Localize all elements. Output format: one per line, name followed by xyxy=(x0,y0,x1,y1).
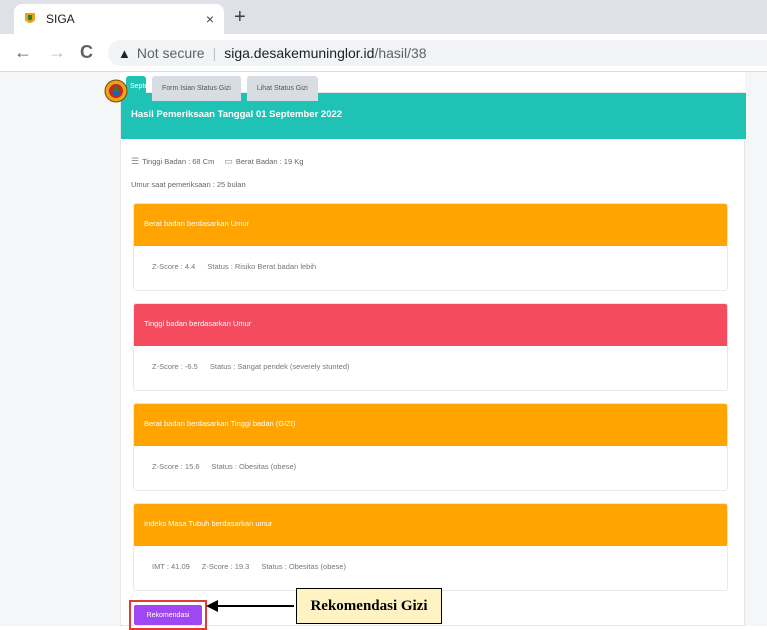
callout-arrow xyxy=(210,605,294,607)
result-body: IMT : 41.09 Z-Score : 19.3 Status : Obes… xyxy=(134,546,727,590)
left-gutter xyxy=(0,72,120,626)
calendar-icon: ▭ xyxy=(224,156,233,166)
not-secure-label: Not secure xyxy=(136,45,205,61)
result-body: Z-Score : -6.5 Status : Sangat pendek (s… xyxy=(134,346,727,390)
result-body: Z-Score : 4.4 Status : Risiko Berat bada… xyxy=(134,246,727,290)
result-title: Tinggi badan berdasarkan Umur xyxy=(134,304,727,346)
status-value: Status : Sangat pendek (severely stunted… xyxy=(209,362,350,371)
url-separator: | xyxy=(212,45,217,61)
result-title: Indeks Masa Tubuh berdasarkan umur xyxy=(134,504,727,546)
village-logo-icon xyxy=(104,78,128,104)
tab-september[interactable]: Septe xyxy=(126,76,146,101)
result-height-for-age: Tinggi badan berdasarkan Umur Z-Score : … xyxy=(133,303,728,391)
result-weight-for-age: Berat badan berdasarkan Umur Z-Score : 4… xyxy=(133,203,728,291)
zscore-value: Z-Score : 4.4 xyxy=(152,262,196,271)
new-tab-button[interactable]: + xyxy=(234,6,246,29)
tab-lihat-status[interactable]: Lihat Status Gizi xyxy=(246,76,318,101)
status-value: Status : Obesitas (obese) xyxy=(261,562,346,571)
weight-metric: ▭ Berat Badan : 19 Kg xyxy=(224,156,303,167)
result-weight-for-height: Berat badan berdasarkan Tinggi badan (GI… xyxy=(133,403,728,491)
page-tabs: Septe Form Isian Status Gizi Lihat Statu… xyxy=(126,76,318,101)
browser-tab-bar: SIGA × + xyxy=(0,0,767,34)
status-value: Status : Obesitas (obese) xyxy=(211,462,297,471)
result-bmi-for-age: Indeks Masa Tubuh berdasarkan umur IMT :… xyxy=(133,503,728,591)
forward-arrow-icon[interactable]: → xyxy=(48,42,66,63)
tab-form-isian[interactable]: Form Isian Status Gizi xyxy=(152,76,241,101)
tab-close-icon[interactable]: × xyxy=(206,11,214,27)
page-content: Hasil Pemeriksaan Tanggal 01 September 2… xyxy=(0,72,767,630)
callout-label: Rekomendasi Gizi xyxy=(296,588,442,624)
result-title: Berat badan berdasarkan Umur xyxy=(134,204,727,246)
url-path: /hasil/38 xyxy=(374,45,427,61)
result-body: Z-Score : 15.6 Status : Obesitas (obese) xyxy=(134,446,727,490)
recommend-button[interactable]: Rekomendasi xyxy=(134,605,202,625)
address-bar: ← → C ▲ Not secure | siga.desakemuninglo… xyxy=(0,34,767,72)
bmi-value: IMT : 41.09 xyxy=(152,562,190,571)
url-host: siga.desakemuninglor.id xyxy=(224,45,375,61)
tab-title: SIGA xyxy=(46,12,75,26)
zscore-value: Z-Score : 19.3 xyxy=(201,562,250,571)
list-icon: ☰ xyxy=(131,156,140,166)
status-value: Status : Risiko Berat badan lebih xyxy=(207,262,317,271)
zscore-value: Z-Score : 15.6 xyxy=(152,462,200,471)
back-arrow-icon[interactable]: ← xyxy=(14,42,32,63)
weight-label: Berat Badan : 19 Kg xyxy=(235,157,304,166)
age-label: Umur saat pemeriksaan : 25 bulan xyxy=(131,180,246,189)
body-metrics: ☰ Tinggi Badan : 68 Cm ▭ Berat Badan : 1… xyxy=(131,156,303,167)
right-gutter xyxy=(745,72,767,626)
result-card: Hasil Pemeriksaan Tanggal 01 September 2… xyxy=(120,92,746,630)
warning-triangle-icon[interactable]: ▲ xyxy=(118,46,131,61)
result-title: Berat badan berdasarkan Tinggi badan (GI… xyxy=(134,404,727,446)
siga-favicon-icon xyxy=(24,12,36,26)
reload-icon[interactable]: C xyxy=(80,42,93,63)
browser-tab[interactable]: SIGA × xyxy=(14,4,224,34)
zscore-value: Z-Score : -6.5 xyxy=(152,362,198,371)
height-metric: ☰ Tinggi Badan : 68 Cm xyxy=(131,156,214,167)
height-label: Tinggi Badan : 68 Cm xyxy=(142,157,215,166)
url-field[interactable]: ▲ Not secure | siga.desakemuninglor.id /… xyxy=(108,40,767,66)
